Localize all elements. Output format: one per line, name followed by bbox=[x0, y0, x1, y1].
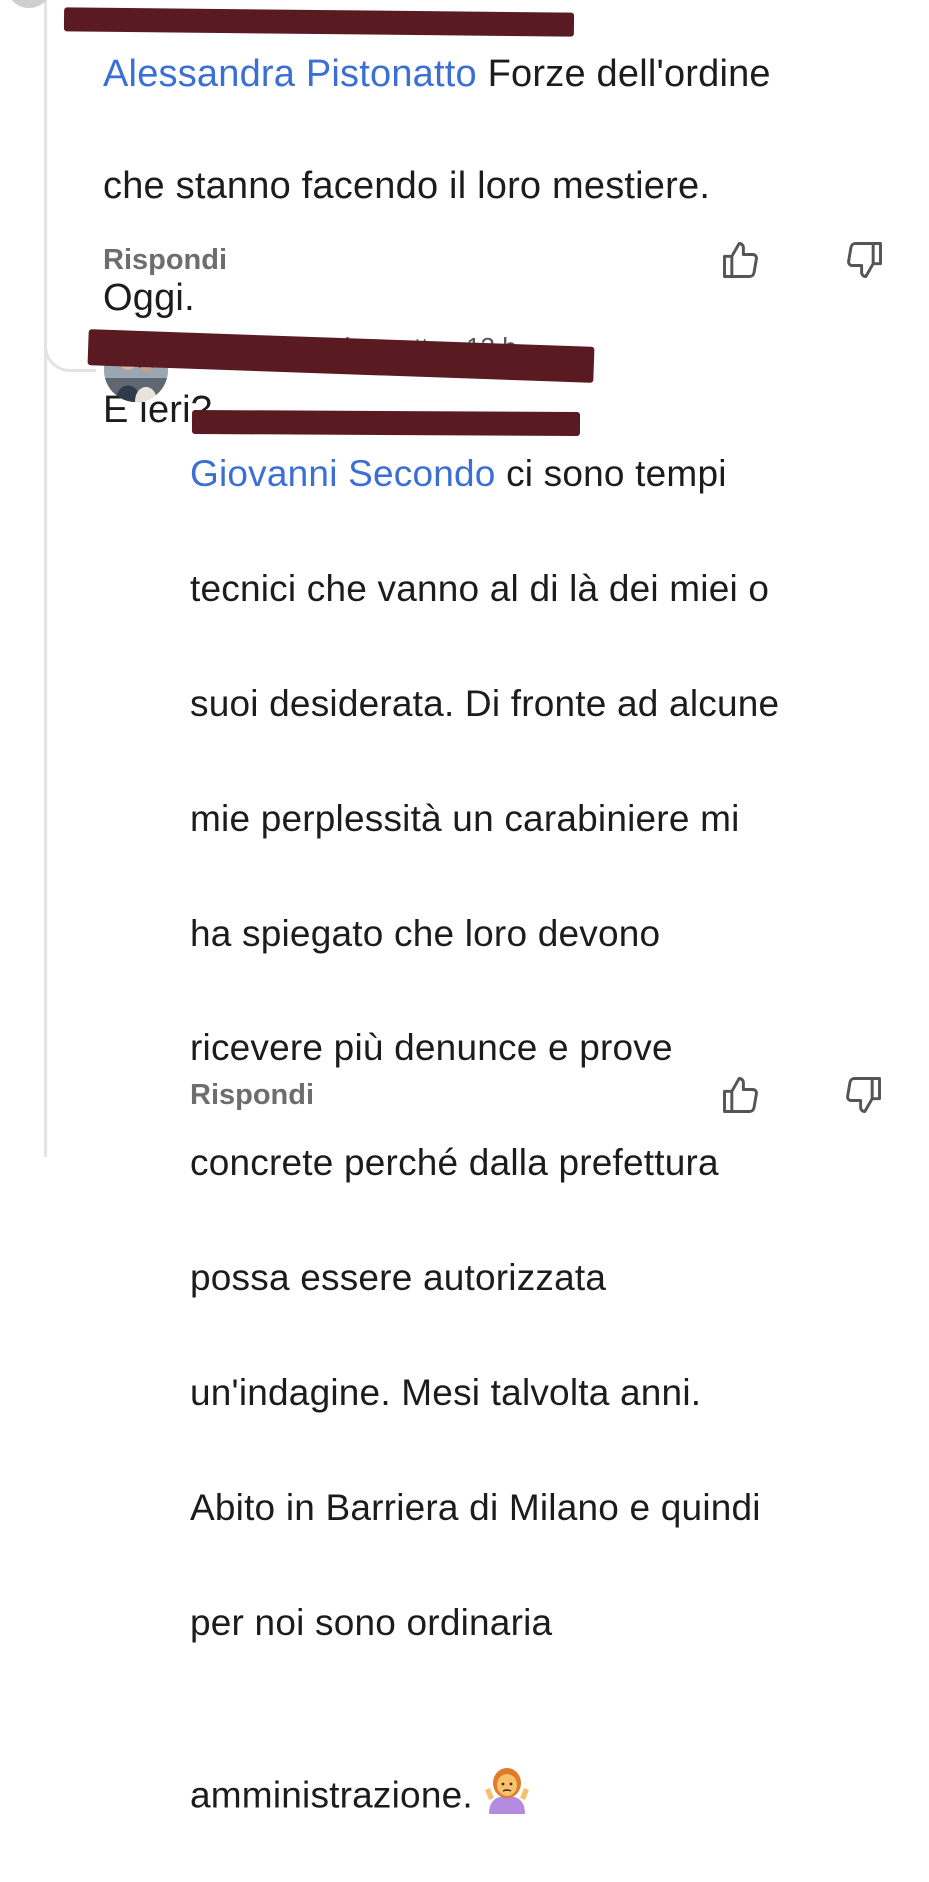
comment-2-actions: Rispondi bbox=[190, 1070, 893, 1120]
comment-1-actions: Rispondi bbox=[103, 235, 893, 285]
dislike-button[interactable] bbox=[841, 237, 887, 283]
comment-2-text: Giovanni Secondo ci sono tempi tecnici c… bbox=[190, 388, 779, 1882]
comment-2-line-5: ricevere più denunce e prove bbox=[190, 1027, 673, 1069]
shrug-emoji-icon bbox=[483, 1708, 531, 1814]
like-button[interactable] bbox=[718, 237, 764, 283]
comment-2-line-7: possa essere autorizzata bbox=[190, 1257, 607, 1299]
comment-1-text-tail: Forze dell'ordine bbox=[487, 53, 771, 95]
comment-1-line-0: Alessandra Pistonatto Forze dell'ordine bbox=[103, 46, 771, 102]
comment-2-last-text: amministrazione. bbox=[190, 1774, 473, 1816]
comment-1-line-1: che stanno facendo il loro mestiere. bbox=[103, 165, 711, 207]
comment-1-author-link[interactable]: Alessandra Pistonatto bbox=[103, 53, 477, 95]
comment-2-text-head: ci sono tempi bbox=[506, 453, 727, 495]
reply-button[interactable]: Rispondi bbox=[103, 244, 227, 277]
mention-link[interactable]: Giovanni Secondo bbox=[190, 453, 496, 494]
like-button[interactable] bbox=[718, 1072, 764, 1118]
redaction-bar bbox=[191, 409, 581, 437]
reply-button[interactable]: Rispondi bbox=[190, 1079, 314, 1112]
thumbs-up-icon bbox=[723, 1077, 758, 1113]
comment-2-line-2: suoi desiderata. Di fronte ad alcune bbox=[190, 683, 780, 725]
thread-line bbox=[44, 0, 47, 1157]
comment-2-line-3: mie perplessità un carabiniere mi bbox=[190, 797, 740, 839]
comment-2-line-1: tecnici che vanno al di là dei miei o bbox=[190, 568, 770, 610]
thumbs-down-icon bbox=[847, 242, 882, 278]
comment-2-line-9: Abito in Barriera di Milano e quindi bbox=[190, 1486, 761, 1528]
comment-2-line-0: Giovanni Secondo ci sono tempi bbox=[190, 445, 779, 502]
thumbs-up-icon bbox=[723, 242, 758, 278]
thumbs-down-icon bbox=[846, 1077, 881, 1113]
comment-2-line-8: un'indagine. Mesi talvolta anni. bbox=[190, 1371, 702, 1413]
comment-2-line-11: amministrazione. bbox=[190, 1708, 779, 1824]
comment-2-line-4: ha spiegato che loro devono bbox=[190, 912, 661, 954]
comment-2-line-10: per noi sono ordinaria bbox=[190, 1601, 553, 1643]
dislike-button[interactable] bbox=[840, 1072, 886, 1118]
comment-2-line-6: concrete perché dalla prefettura bbox=[190, 1142, 719, 1184]
